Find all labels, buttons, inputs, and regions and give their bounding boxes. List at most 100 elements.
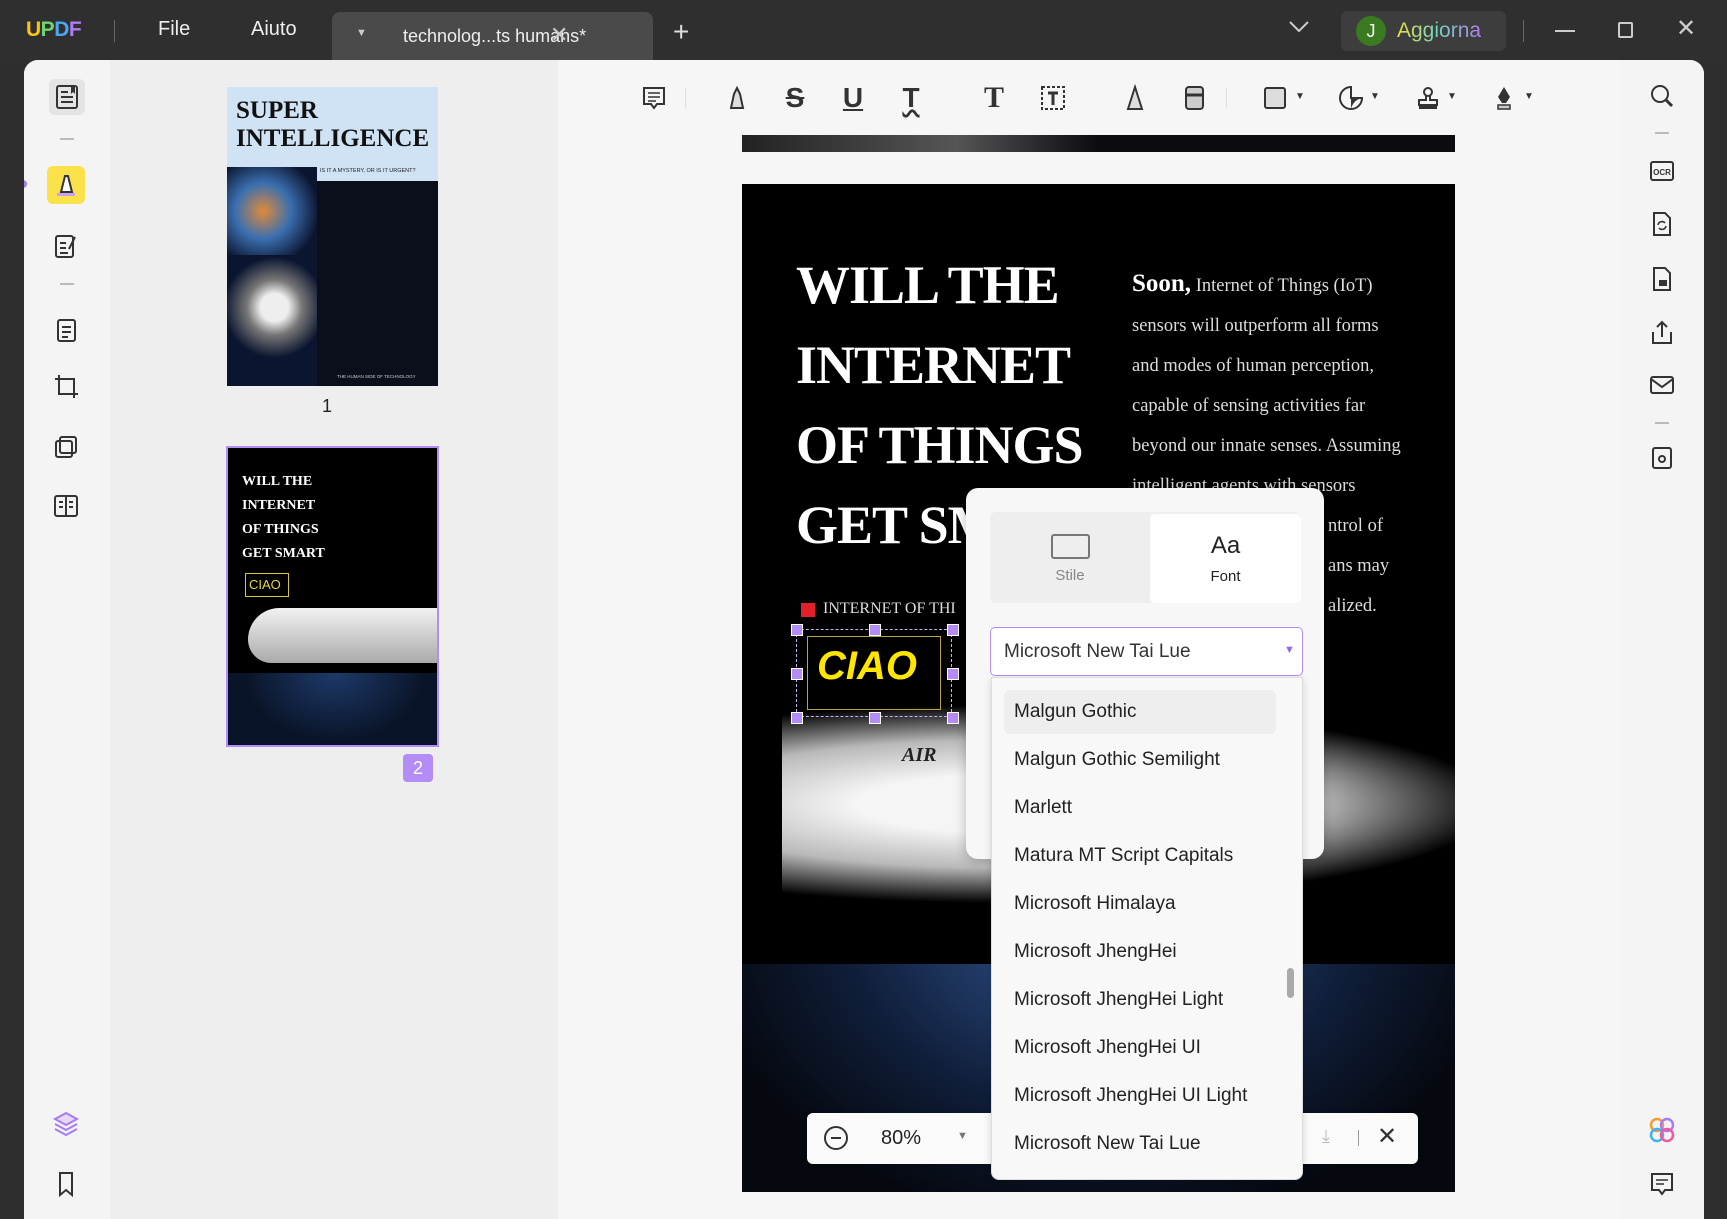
divider (1226, 88, 1227, 108)
document-tab[interactable]: ▼ technolog...ts humans* ✕ (332, 12, 653, 62)
headline-line: WILL THE (796, 255, 1060, 315)
signature-icon[interactable] (1487, 81, 1521, 115)
chevron-down-icon[interactable] (1288, 20, 1310, 39)
resize-handle[interactable] (947, 624, 959, 636)
underline-icon[interactable]: U (836, 81, 870, 115)
resize-handle[interactable] (947, 712, 959, 724)
crop-icon[interactable] (49, 369, 83, 403)
sticker-dropdown-icon[interactable]: ▼ (1370, 91, 1380, 102)
eraser-icon[interactable] (1177, 81, 1211, 115)
compare-icon[interactable] (49, 489, 83, 523)
left-toolbar (24, 60, 110, 1219)
stamp-icon[interactable] (1411, 81, 1445, 115)
textbox-icon[interactable] (1036, 81, 1070, 115)
text-icon[interactable]: T (977, 81, 1011, 115)
tab-font[interactable]: Aa Font (1150, 514, 1301, 603)
maximize-button[interactable] (1618, 22, 1633, 38)
close-window-button[interactable]: ✕ (1676, 14, 1696, 43)
squiggly-underline-icon[interactable]: T (894, 81, 928, 115)
strikethrough-icon[interactable]: S (778, 81, 812, 115)
font-option[interactable]: Microsoft JhengHei Light (1004, 978, 1276, 1022)
thumbnail-page-1[interactable]: SUPER INTELLIGENCE IS IT A MYSTERY, OR I… (227, 87, 438, 386)
font-option[interactable]: Microsoft New Tai Lue (1004, 1122, 1276, 1166)
pencil-icon[interactable] (1118, 81, 1152, 115)
thumb-line: WILL THE (242, 474, 313, 489)
edit-pdf-icon[interactable] (49, 229, 83, 263)
resize-handle[interactable] (869, 624, 881, 636)
divider (60, 283, 74, 285)
tab-style[interactable]: Stile (990, 512, 1150, 603)
body-line: ntrol of (1328, 516, 1383, 536)
close-tab-icon[interactable]: ✕ (550, 22, 568, 48)
reader-mode-icon[interactable] (49, 79, 85, 115)
minimize-button[interactable] (1555, 30, 1575, 32)
font-option[interactable]: Microsoft JhengHei UI (1004, 1026, 1276, 1070)
updf-logo: UPDF (26, 18, 82, 41)
search-icon[interactable] (1645, 79, 1679, 113)
text-annotation-selection[interactable]: CIAO (791, 624, 959, 724)
comments-panel-icon[interactable] (1645, 1167, 1679, 1201)
menu-help[interactable]: Aiuto (251, 18, 297, 41)
plane-livery-text: AIR (902, 744, 937, 766)
bookmark-icon[interactable] (49, 1167, 83, 1201)
zoom-dropdown-icon[interactable]: ▼ (957, 1130, 968, 1142)
thumb-footer: THE HUMAN SIDE OF TECHNOLOGY (337, 374, 416, 379)
upgrade-button[interactable]: J Aggiorna (1341, 11, 1506, 51)
sticker-icon[interactable] (1334, 81, 1368, 115)
font-option[interactable]: Marlett (1004, 786, 1276, 830)
resize-handle[interactable] (791, 668, 803, 680)
stamp-dropdown-icon[interactable]: ▼ (1447, 91, 1457, 102)
thumbnail-page-2[interactable]: WILL THE INTERNET OF THINGS GET SMART CIAO (226, 446, 439, 747)
body-line: alized. (1328, 596, 1377, 616)
tab-dropdown-icon[interactable]: ▼ (356, 27, 367, 39)
font-option[interactable]: Malgun Gothic (1004, 690, 1276, 734)
menu-file[interactable]: File (158, 18, 190, 41)
comment-mode-icon[interactable] (47, 166, 85, 204)
app-window: SUPER INTELLIGENCE IS IT A MYSTERY, OR I… (24, 60, 1704, 1219)
rectangle-icon (1051, 534, 1090, 559)
lead-word: Soon, (1132, 270, 1192, 297)
resize-handle[interactable] (869, 712, 881, 724)
font-option[interactable]: Matura MT Script Capitals (1004, 834, 1276, 878)
font-option[interactable]: Microsoft Himalaya (1004, 882, 1276, 926)
protect-icon[interactable] (1645, 262, 1679, 296)
scrollbar-thumb[interactable] (1287, 968, 1294, 998)
form-icon[interactable] (49, 430, 83, 464)
ai-assistant-icon[interactable] (1645, 1113, 1679, 1147)
share-icon[interactable] (1645, 316, 1679, 350)
zoom-level[interactable]: 80% (881, 1127, 921, 1150)
font-option[interactable]: Microsoft JhengHei UI Light (1004, 1074, 1276, 1118)
body-line: ans may (1328, 556, 1390, 576)
save-icon[interactable] (1645, 441, 1679, 475)
font-tab-icon: Aa (1210, 532, 1241, 559)
text-block (317, 181, 438, 386)
new-tab-icon[interactable]: + (673, 18, 689, 46)
email-icon[interactable] (1645, 368, 1679, 402)
resize-handle[interactable] (791, 624, 803, 636)
font-option[interactable]: Microsoft JhengHei (1004, 930, 1276, 974)
ocr-icon[interactable]: OCR (1645, 154, 1679, 188)
resize-handle[interactable] (947, 668, 959, 680)
organize-pages-icon[interactable] (49, 313, 83, 347)
astronaut-image (227, 255, 322, 386)
annotation-text[interactable]: CIAO (817, 644, 917, 689)
font-option[interactable]: Malgun Gothic Semilight (1004, 738, 1276, 782)
right-toolbar: OCR (1620, 60, 1704, 1219)
zoom-out-button[interactable] (824, 1126, 848, 1150)
shape-icon[interactable] (1258, 81, 1292, 115)
shape-dropdown-icon[interactable]: ▼ (1295, 91, 1305, 102)
comment-icon[interactable] (637, 81, 671, 115)
highlight-icon[interactable] (720, 81, 754, 115)
signature-dropdown-icon[interactable]: ▼ (1524, 91, 1534, 102)
font-select[interactable]: Microsoft New Tai Lue ▼ (990, 627, 1303, 676)
document-canvas: S U T T ▼ ▼ ▼ ▼ WILL THE INTERNET OF THI… (558, 60, 1620, 1219)
layers-icon[interactable] (49, 1106, 83, 1140)
next-page-icon[interactable]: ⤓ (1322, 1126, 1330, 1147)
divider (685, 88, 686, 108)
page-number-2-badge: 2 (403, 754, 433, 782)
font-dropdown-list: Malgun Gothic Malgun Gothic Semilight Ma… (991, 677, 1303, 1180)
convert-icon[interactable] (1645, 207, 1679, 241)
close-zoom-bar-icon[interactable]: ✕ (1377, 1122, 1397, 1151)
headline-line: INTERNET (796, 335, 1071, 395)
resize-handle[interactable] (791, 712, 803, 724)
